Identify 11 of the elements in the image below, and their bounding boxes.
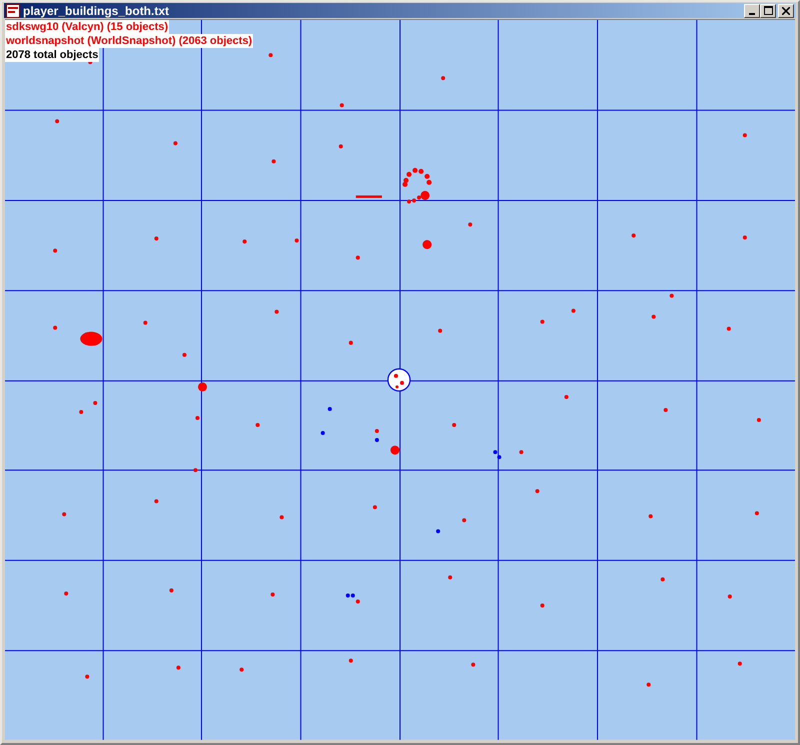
app-icon — [6, 4, 20, 18]
close-icon — [782, 6, 790, 15]
maximize-icon — [764, 6, 772, 16]
minimize-button[interactable] — [744, 4, 760, 18]
layer-label: sdkswg10 (Valcyn) (15 objects) — [5, 20, 170, 34]
window-title: player_buildings_both.txt — [23, 4, 170, 18]
total-count: 2078 total objects — [5, 48, 100, 62]
close-button[interactable] — [778, 4, 794, 18]
minimize-icon — [749, 12, 755, 15]
maximize-button[interactable] — [760, 4, 776, 18]
layer-label: worldsnapshot (WorldSnapshot) (2063 objects) — [5, 34, 254, 48]
